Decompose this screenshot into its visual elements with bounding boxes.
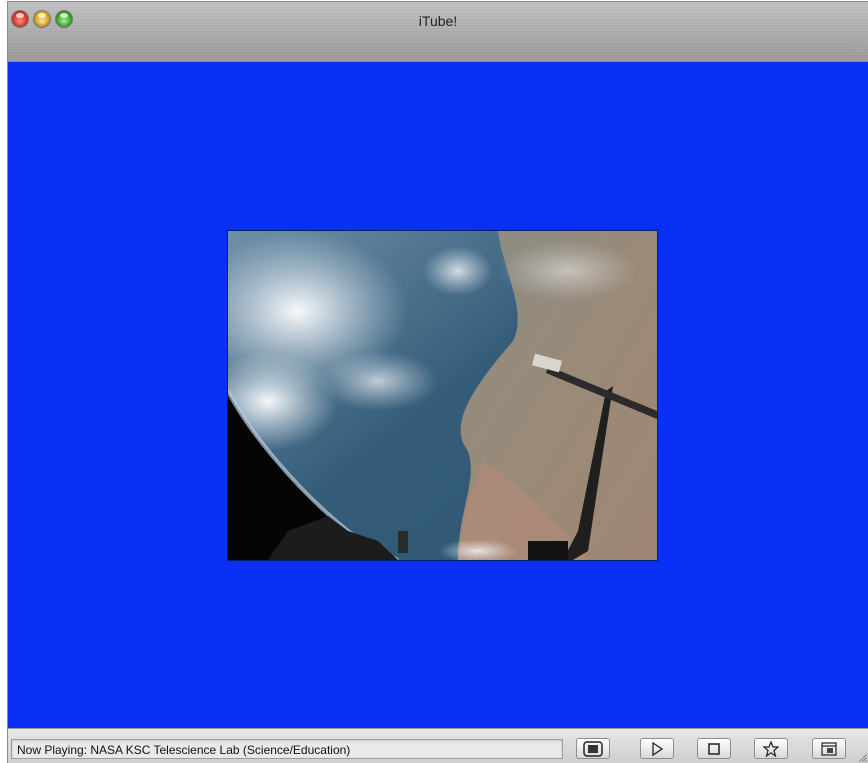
window-icon [821, 741, 837, 756]
play-button[interactable] [640, 738, 674, 759]
star-icon [763, 740, 779, 757]
video-frame[interactable] [228, 231, 657, 560]
title-bar[interactable]: iTube! [8, 2, 868, 62]
now-playing-text: Now Playing: NASA KSC Telescience Lab (S… [11, 739, 563, 759]
earth-from-space-image [228, 231, 657, 560]
window-title: iTube! [418, 13, 458, 29]
stop-icon [708, 742, 720, 755]
app-window: iTube! Now Playing: NASA KSC Telescience… [8, 2, 868, 763]
fullscreen-button[interactable] [576, 738, 610, 759]
fullscreen-icon [583, 740, 603, 757]
spinner-icon [852, 38, 866, 52]
play-icon [652, 741, 664, 756]
resize-grip-icon[interactable] [857, 752, 867, 762]
stop-button[interactable] [697, 738, 731, 759]
status-bar: Now Playing: NASA KSC Telescience Lab (S… [8, 728, 868, 763]
video-stage [8, 62, 868, 728]
favorite-button[interactable] [754, 738, 788, 759]
window-button[interactable] [812, 738, 846, 759]
